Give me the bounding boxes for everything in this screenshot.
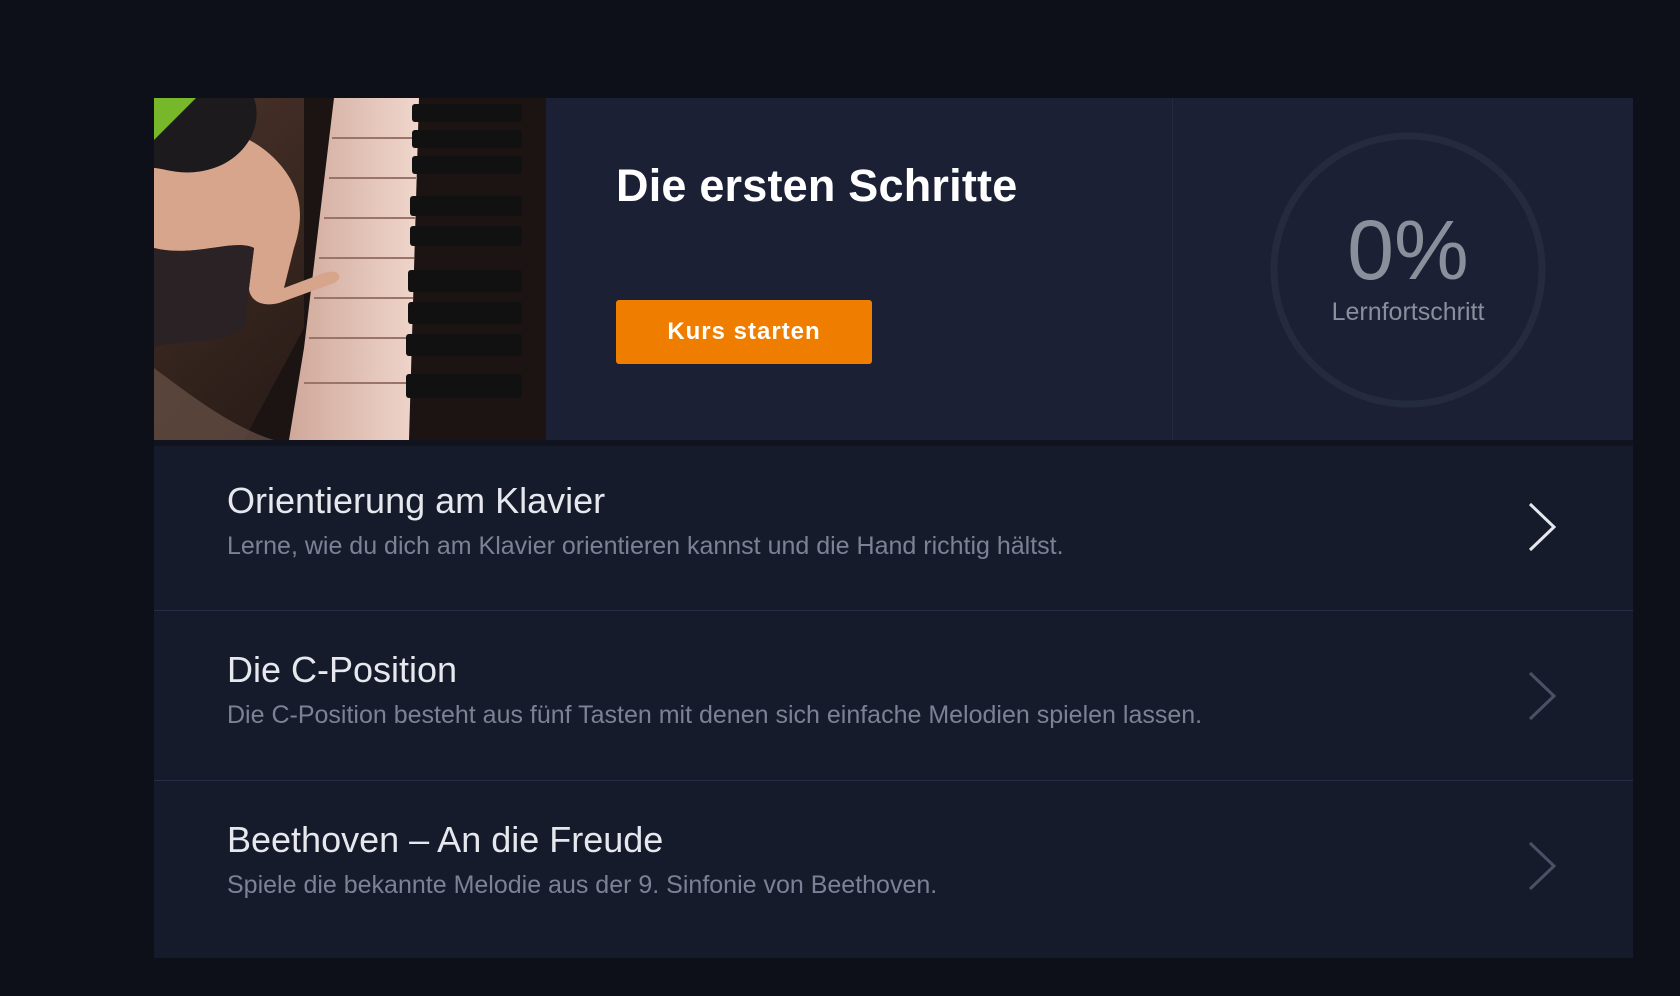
progress-ring: 0% Lernfortschritt bbox=[1268, 130, 1548, 410]
lesson-title: Orientierung am Klavier bbox=[227, 480, 606, 521]
chevron-right-icon[interactable] bbox=[1524, 500, 1560, 554]
lesson-description: Spiele die bekannte Melodie aus der 9. S… bbox=[227, 871, 938, 899]
lesson-item[interactable]: Orientierung am Klavier Lerne, wie du di… bbox=[154, 440, 1633, 610]
new-badge-corner bbox=[154, 98, 196, 140]
lesson-item[interactable]: Die C-Position Die C-Position besteht au… bbox=[154, 610, 1633, 780]
course-thumbnail bbox=[154, 98, 546, 440]
lesson-title: Die C-Position bbox=[227, 649, 458, 690]
chevron-right-icon[interactable] bbox=[1524, 839, 1560, 893]
course-header: Die ersten Schritte Kurs starten 0% Lern… bbox=[154, 98, 1633, 440]
progress-label: Lernfortschritt bbox=[1331, 298, 1485, 326]
progress-value: 0% bbox=[1347, 203, 1469, 297]
course-title: Die ersten Schritte bbox=[616, 160, 1018, 211]
lesson-description: Lerne, wie du dich am Klavier orientiere… bbox=[227, 532, 1064, 560]
header-divider bbox=[1172, 98, 1173, 440]
lesson-list: Orientierung am Klavier Lerne, wie du di… bbox=[154, 440, 1633, 950]
piano-hand-image bbox=[154, 98, 546, 440]
course-card: Die ersten Schritte Kurs starten 0% Lern… bbox=[154, 98, 1633, 958]
lesson-item[interactable]: Beethoven – An die Freude Spiele die bek… bbox=[154, 780, 1633, 950]
start-course-button[interactable]: Kurs starten bbox=[616, 300, 872, 364]
chevron-right-icon[interactable] bbox=[1524, 669, 1560, 723]
lesson-description: Die C-Position besteht aus fünf Tasten m… bbox=[227, 701, 1203, 729]
lesson-title: Beethoven – An die Freude bbox=[227, 819, 664, 860]
